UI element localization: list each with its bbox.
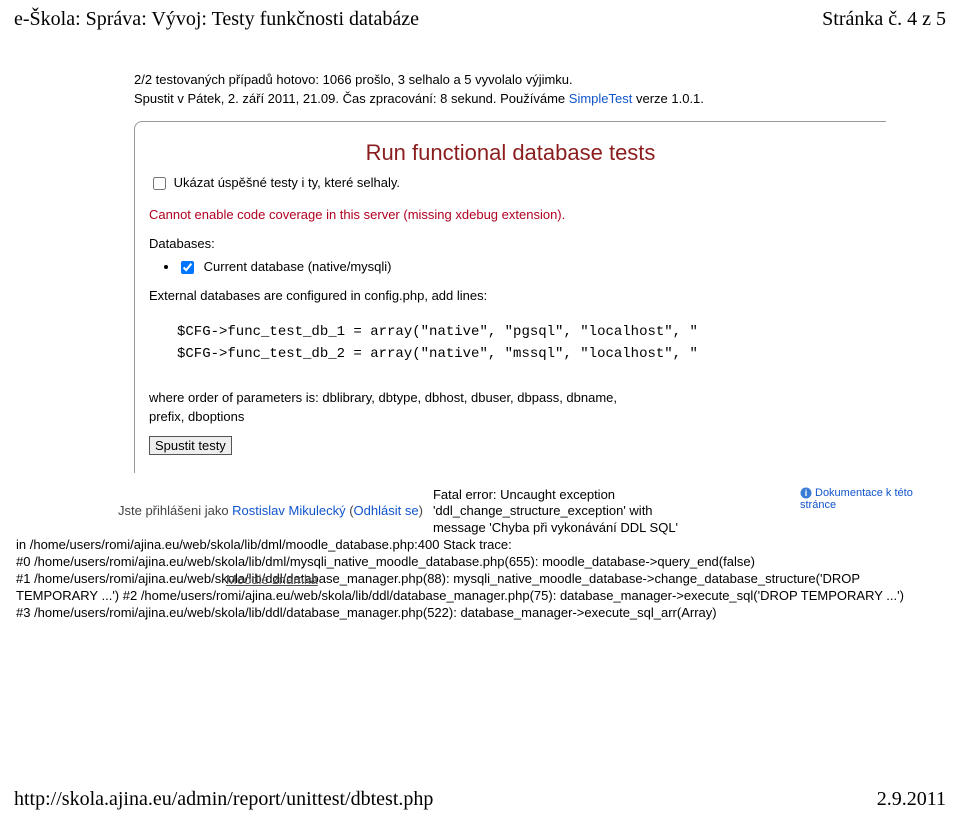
show-passed-label: Ukázat úspěšné testy i ty, které selhaly… xyxy=(174,175,400,190)
code-example: $CFG->func_test_db_1 = array("native", "… xyxy=(177,321,872,366)
test-panel: Run functional database tests Ukázat úsp… xyxy=(134,121,886,473)
simpletest-link[interactable]: SimpleTest xyxy=(569,91,633,106)
summary-line-1: 2/2 testovaných případů hotovo: 1066 pro… xyxy=(134,71,886,90)
external-db-note: External databases are configured in con… xyxy=(149,288,872,303)
current-db-label: Current database (native/mysqli) xyxy=(204,259,392,274)
param-note-1: where order of parameters is: dblibrary,… xyxy=(149,390,872,405)
login-status: Jste přihlášeni jako Rostislav Mikulecký… xyxy=(118,503,423,518)
coverage-warning: Cannot enable code coverage in this serv… xyxy=(149,207,872,222)
moodle-badge: Moodle znamka xyxy=(226,572,318,589)
fatal-error-message: Fatal error: Uncaught exception 'ddl_cha… xyxy=(433,487,800,538)
logout-link[interactable]: Odhlásit se xyxy=(354,503,419,518)
databases-label: Databases: xyxy=(149,236,872,251)
database-item-current: Current database (native/mysqli) xyxy=(179,259,872,274)
panel-title: Run functional database tests xyxy=(149,140,872,166)
user-link[interactable]: Rostislav Mikulecký xyxy=(232,503,345,518)
run-tests-button[interactable]: Spustit testy xyxy=(149,436,232,455)
svg-text:i: i xyxy=(805,488,808,498)
show-passed-checkbox[interactable] xyxy=(153,177,166,190)
footer-url: http://skola.ajina.eu/admin/report/unitt… xyxy=(14,788,433,811)
info-icon: i xyxy=(800,487,812,499)
param-note-2: prefix, dboptions xyxy=(149,409,872,424)
page-header-right: Stránka č. 4 z 5 xyxy=(822,8,946,31)
page-header-left: e-Škola: Správa: Vývoj: Testy funkčnosti… xyxy=(14,8,419,31)
summary-line-2: Spustit v Pátek, 2. září 2011, 21.09. Ča… xyxy=(134,90,886,109)
footer-date: 2.9.2011 xyxy=(877,788,946,811)
current-db-checkbox[interactable] xyxy=(181,261,194,274)
page-documentation-link[interactable]: iDokumentace k této stránce xyxy=(800,487,940,511)
stack-trace: in /home/users/romi/ajina.eu/web/skola/l… xyxy=(16,537,940,621)
